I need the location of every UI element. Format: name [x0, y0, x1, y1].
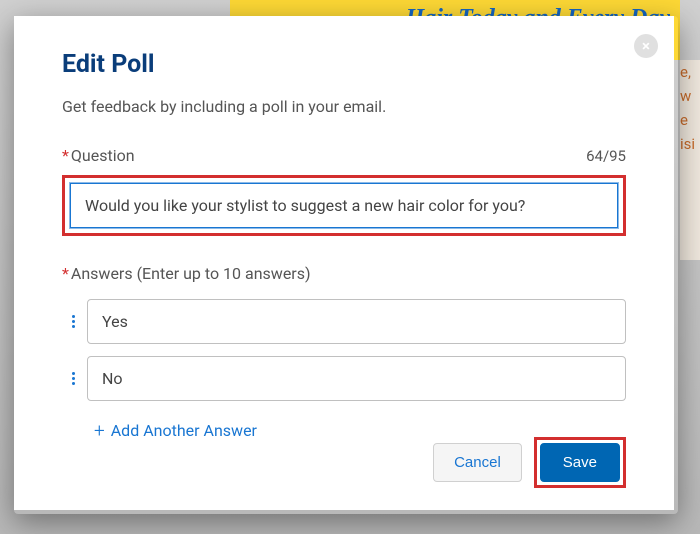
add-answer-button[interactable]: + Add Another Answer	[62, 421, 257, 440]
answer-input[interactable]	[87, 356, 626, 401]
background-partial-text: e, w e isi	[680, 60, 700, 260]
modal-subtitle: Get feedback by including a poll in your…	[62, 97, 626, 116]
modal-title: Edit Poll	[62, 50, 626, 79]
answers-label-wrap: *Answers (Enter up to 10 answers)	[62, 264, 626, 283]
answer-row	[62, 356, 626, 401]
cancel-button[interactable]: Cancel	[433, 443, 522, 482]
required-indicator: *	[62, 146, 69, 165]
required-indicator: *	[62, 264, 69, 283]
question-input-border	[70, 183, 618, 228]
character-count: 64/95	[586, 147, 626, 165]
question-label: Question	[71, 146, 135, 165]
drag-handle-icon[interactable]	[72, 372, 75, 385]
question-input[interactable]	[85, 196, 603, 215]
plus-icon: +	[94, 421, 105, 440]
drag-handle-icon[interactable]	[72, 315, 75, 328]
close-icon: ×	[642, 39, 650, 54]
answers-list	[62, 299, 626, 401]
answers-label: Answers (Enter up to 10 answers)	[71, 264, 311, 283]
question-highlight-box	[62, 175, 626, 236]
close-button[interactable]: ×	[634, 34, 658, 58]
answer-input[interactable]	[87, 299, 626, 344]
modal-footer: Cancel Save	[433, 437, 626, 488]
save-highlight-box: Save	[534, 437, 626, 488]
edit-poll-modal: × Edit Poll Get feedback by including a …	[14, 16, 674, 510]
answer-row	[62, 299, 626, 344]
save-button[interactable]: Save	[540, 443, 620, 482]
add-answer-label: Add Another Answer	[111, 421, 257, 440]
question-label-wrap: *Question	[62, 146, 135, 165]
